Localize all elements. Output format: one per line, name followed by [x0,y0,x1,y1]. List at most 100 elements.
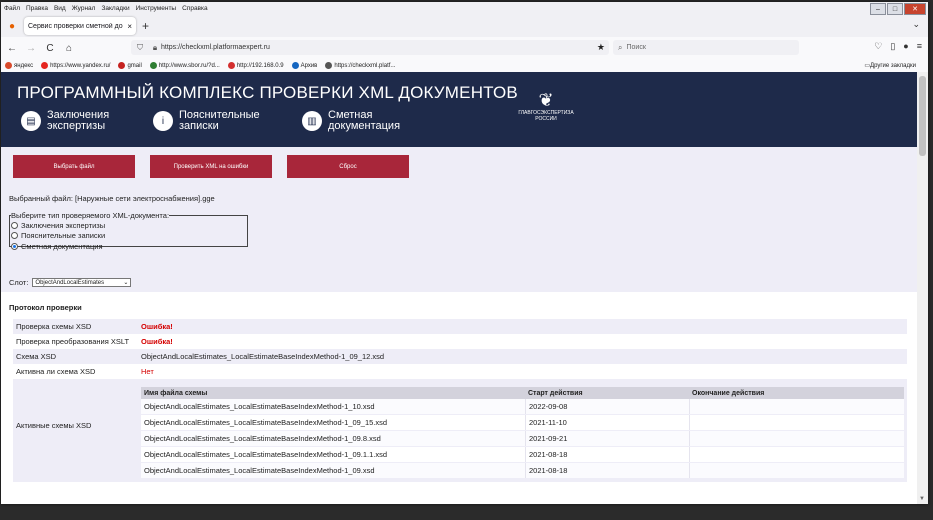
scrollbar-thumb[interactable] [919,76,926,156]
status-inactive: Нет [141,367,154,376]
bookmark-favicon-icon [227,62,235,69]
back-button[interactable]: ← [4,43,20,54]
calculator-icon: ▥ [302,111,322,131]
table-row: Активна ли схема XSD Нет [13,364,907,379]
menu-help[interactable]: Справка [182,5,208,12]
radio-estimate-docs[interactable]: Сметная документация [11,241,247,252]
bookmark-favicon-icon [149,62,157,69]
slot-row: Слот: ObjectAndLocalEstimates ⌄ [9,278,132,287]
chevron-down-icon: ⌄ [123,280,129,286]
choose-file-button[interactable]: Выбрать файл [13,155,135,178]
menu-file[interactable]: Файл [4,5,20,12]
nav-bar: ← → C ⌂ ⛉ 🔒︎ https://checkxml.platformae… [1,37,928,59]
table-row: ObjectAndLocalEstimates_LocalEstimateBas… [141,399,904,415]
nav-expert-conclusions[interactable]: ▤ Заключения экспертизы [21,110,109,132]
forward-button[interactable]: → [23,43,39,54]
protocol-table: Проверка схемы XSD Ошибка! Проверка преоб… [13,319,907,379]
radio-explanatory-notes[interactable]: Пояснительные записки [11,231,247,242]
browser-window: Файл Правка Вид Журнал Закладки Инструме… [1,2,928,504]
slot-select[interactable]: ObjectAndLocalEstimates ⌄ [32,278,132,287]
account-icon[interactable]: ● [903,41,908,52]
radio-icon[interactable] [11,232,18,240]
list-tabs-chevron-icon[interactable]: ⌄ [912,19,920,30]
url-bar[interactable]: ⛉ 🔒︎ https://checkxml.platformaexpert.ru… [131,40,609,55]
window-controls: – □ ✕ [870,3,926,15]
minimize-button[interactable]: – [870,3,886,15]
search-placeholder: Поиск [626,44,646,51]
info-icon: i [153,111,173,131]
radio-icon[interactable] [11,221,18,229]
slot-label: Слот: [9,278,29,287]
nav-explanatory-notes[interactable]: i Пояснительные записки [153,110,260,132]
nav-estimate-docs[interactable]: ▥ Сметная документация [302,110,400,132]
bookmark-item[interactable]: яндекс [5,62,33,69]
nav-label: Сметная документация [328,109,401,132]
pocket-icon[interactable]: ♡ [874,41,882,52]
url-text[interactable]: https://checkxml.platformaexpert.ru [161,44,270,51]
xml-type-fieldset: Выберите тип проверяемого XML-документа:… [9,211,248,251]
scroll-down-icon[interactable]: ▼ [919,496,925,502]
close-window-button[interactable]: ✕ [904,3,926,15]
protocol-title: Протокол проверки [9,303,82,312]
bookmark-item[interactable]: https://checkxml.platf... [325,62,395,69]
tab-bar: ● Сервис проверки сметной докуме × + ⌄ [1,15,928,37]
document-icon: ▤ [21,111,41,131]
menu-bar: Файл Правка Вид Журнал Закладки Инструме… [1,2,928,15]
bookmark-item[interactable]: http://192.168.0.9 [227,62,284,69]
new-tab-button[interactable]: + [142,19,149,33]
radio-selected-icon[interactable] [11,242,18,250]
header-banner: ПРОГРАММНЫЙ КОМПЛЕКС ПРОВЕРКИ XML ДОКУМЕ… [1,72,917,147]
selected-file-text: Выбранный файл: [Наружные сети электросн… [9,194,215,203]
page-title: ПРОГРАММНЫЙ КОМПЛЕКС ПРОВЕРКИ XML ДОКУМЕ… [17,83,518,102]
other-bookmarks[interactable]: ▭ Другие закладки [864,62,916,70]
table-row: Схема XSD ObjectAndLocalEstimates_LocalEs… [13,349,907,364]
search-bar[interactable]: ⌕ Поиск [613,40,799,55]
table-row: ObjectAndLocalEstimates_LocalEstimateBas… [141,415,904,431]
bookmark-star-icon[interactable]: ★ [597,42,605,53]
active-schemas-table: Имя файла схемы Старт действия Окончание… [141,387,904,479]
page-scrollbar[interactable]: ▼ [917,72,928,504]
tab-close-icon[interactable]: × [127,22,132,31]
search-icon: ⌕ [618,42,623,52]
reload-button[interactable]: C [42,43,58,54]
screen-frame: Файл Правка Вид Журнал Закладки Инструме… [0,0,933,520]
hamburger-menu-icon[interactable]: ≡ [917,41,922,52]
radio-expert-conclusions[interactable]: Заключения экспертизы [11,220,247,231]
bookmark-favicon-icon [325,62,333,69]
home-button[interactable]: ⌂ [61,43,77,54]
tab-active[interactable]: Сервис проверки сметной докуме × [24,17,136,35]
bookmark-favicon-icon [5,62,12,69]
reset-button[interactable]: Сброс [287,155,409,178]
menu-bookmarks[interactable]: Закладки [101,5,129,12]
shield-icon[interactable]: ⛉ [134,43,146,53]
table-header: Имя файла схемы Старт действия Окончание… [141,387,904,399]
table-row: ObjectAndLocalEstimates_LocalEstimateBas… [141,447,904,463]
active-schemas-block: Активные схемы XSD Имя файла схемы Старт… [13,379,907,482]
nav-label: Пояснительные записки [179,109,260,132]
table-row: Проверка преобразования XSLT Ошибка! [13,334,907,349]
status-error: Ошибка! [141,322,173,331]
bookmark-favicon-icon [118,62,126,69]
bookmark-item[interactable]: gmail [118,62,142,69]
bookmark-item[interactable]: http://www.sbor.ru/?d... [149,62,220,69]
menu-history[interactable]: Журнал [72,5,96,12]
bookmark-item[interactable]: https://www.yandex.ru/ [41,62,110,69]
toolbar-right: ♡ ▯ ● ≡ [874,41,922,52]
menu-edit[interactable]: Правка [26,5,48,12]
protocol-section: Протокол проверки Проверка схемы XSD Ошиб… [1,292,917,504]
bookmark-favicon-icon [41,62,49,69]
sidebar-icon[interactable]: ▯ [890,41,895,52]
table-row: ObjectAndLocalEstimates_LocalEstimateBas… [141,431,904,447]
action-buttons: Выбрать файл Проверить XML на ошибки Сбр… [1,147,917,185]
bookmark-item[interactable]: Архив [291,62,317,69]
bookmark-favicon-icon [291,62,299,69]
firefox-view-icon[interactable]: ● [4,18,20,34]
menu-view[interactable]: Вид [54,5,66,12]
check-xml-button[interactable]: Проверить XML на ошибки [150,155,272,178]
form-area: Выбранный файл: [Наружные сети электросн… [1,185,917,292]
lock-icon[interactable]: 🔒︎ [149,43,161,53]
menu-tools[interactable]: Инструменты [136,5,177,12]
table-row: Проверка схемы XSD Ошибка! [13,319,907,334]
maximize-button[interactable]: □ [887,3,903,15]
xml-type-legend: Выберите тип проверяемого XML-документа: [11,211,170,220]
